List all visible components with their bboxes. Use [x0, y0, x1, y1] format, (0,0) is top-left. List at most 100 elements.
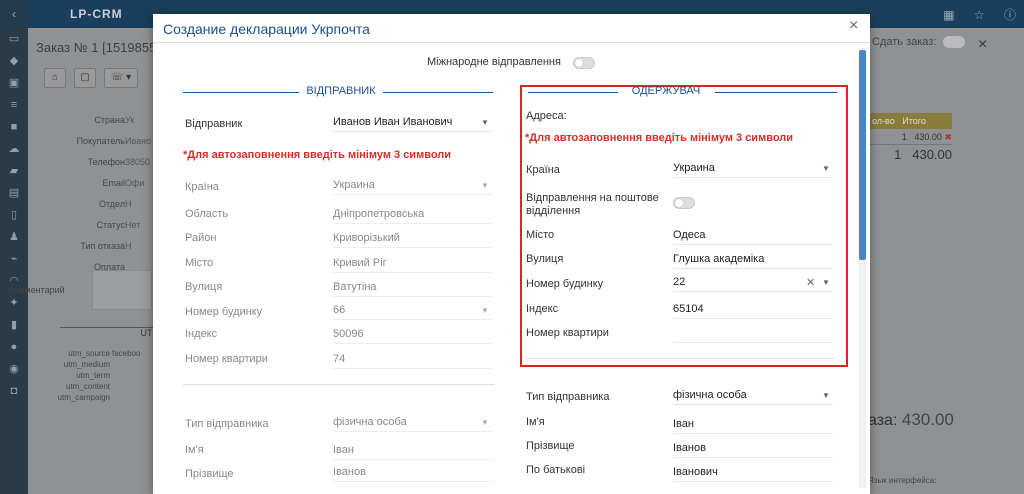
sender-country-select[interactable]: Украина: [333, 179, 493, 195]
brand-logo: LP-CRM: [70, 7, 123, 21]
chevron-down-icon[interactable]: ▼: [481, 118, 489, 127]
sender-field-label: Область: [185, 208, 229, 220]
top-bar-icons: ▦ ☆ ⓘ: [927, 6, 1016, 23]
bg-value[interactable]: Н: [125, 194, 151, 215]
hand-over-label: Сдать заказ:: [872, 36, 937, 48]
grid-icon[interactable]: ▦: [943, 8, 954, 22]
sender-index-field[interactable]: 50096: [333, 328, 493, 344]
recipient-highlight-box: [520, 85, 848, 367]
chevron-down-icon[interactable]: ▼: [481, 418, 489, 427]
recipient-surname-field[interactable]: Іванов: [673, 442, 833, 458]
back-arrow-icon[interactable]: ‹: [0, 0, 28, 28]
chevron-down-icon[interactable]: ▼: [822, 391, 830, 400]
recipient-street-field[interactable]: Глушка академіка: [673, 253, 833, 269]
chevron-down-icon[interactable]: ▼: [822, 278, 830, 287]
menu-icon[interactable]: ≡: [0, 94, 28, 116]
comment-field[interactable]: [92, 270, 152, 310]
sender-field-label: Індекс: [185, 328, 218, 340]
interface-language[interactable]: Язык интерфейса:: [868, 476, 936, 485]
table-header: ол-во Итого: [868, 113, 952, 129]
monitor-icon[interactable]: ▭: [0, 28, 28, 50]
sender-apartment-field[interactable]: 74: [333, 353, 493, 369]
bg-label: Email: [102, 178, 125, 188]
bg-value[interactable]: Офи: [125, 173, 151, 194]
recipient-patronymic-field[interactable]: Іванович: [673, 466, 833, 482]
chevron-down-icon[interactable]: ▼: [481, 306, 489, 315]
ukrposhta-declaration-modal: Создание декларации Укрпочта × Міжнародн…: [153, 14, 870, 494]
sender-label: Відправник: [185, 118, 243, 130]
recipient-apartment-field[interactable]: [673, 327, 833, 343]
sender-field-label: Район: [185, 232, 217, 244]
sender-street-field[interactable]: Ватутіна: [333, 281, 493, 297]
file-icon[interactable]: ▮: [0, 314, 28, 336]
recipient-index-field[interactable]: 65104: [673, 303, 833, 319]
recipient-address-label: Адреса:: [526, 110, 567, 122]
utm-title: UTM: [60, 327, 160, 338]
recipient-country-select[interactable]: Украина: [673, 162, 833, 178]
list-icon[interactable]: ▤: [0, 182, 28, 204]
sender-surname-field[interactable]: Іванов: [333, 466, 493, 482]
modal-divider: [153, 42, 870, 43]
users-icon[interactable]: ♟: [0, 226, 28, 248]
order-items-table: ол-во Итого 1 430.00 ✖ 1 430.00: [868, 113, 952, 165]
scrollbar-thumb[interactable]: [859, 50, 866, 260]
bg-value[interactable]: Нет: [125, 215, 151, 236]
recipient-street-label: Вулиця: [526, 253, 564, 265]
sender-city-field[interactable]: Кривий Ріг: [333, 257, 493, 273]
sender-field-label: Країна: [185, 181, 219, 193]
truck-icon[interactable]: ▰: [0, 160, 28, 182]
chevron-down-icon[interactable]: ▼: [822, 164, 830, 173]
recipient-house-label: Номер будинку: [526, 278, 604, 290]
recipient-section-title: ОДЕРЖУВАЧ: [631, 85, 701, 97]
order-sum-label: аза:: [868, 412, 898, 429]
clear-icon[interactable]: ✕: [806, 276, 815, 289]
order-close-icon[interactable]: ×: [978, 36, 987, 54]
remove-icon[interactable]: ✖: [944, 132, 952, 142]
order-sum-value: 430.00: [901, 410, 954, 429]
info-icon[interactable]: ⓘ: [1004, 8, 1016, 22]
utm-label: utm_medium: [63, 360, 110, 369]
chart-icon[interactable]: ⌁: [0, 248, 28, 270]
bg-value[interactable]: Н: [125, 236, 151, 257]
phone-dropdown-icon[interactable]: ☏ ▾: [104, 68, 138, 88]
sender-field-label: Місто: [185, 257, 214, 269]
utm-label: utm_term: [76, 371, 110, 380]
bg-value[interactable]: 38050: [125, 152, 151, 173]
shield-icon[interactable]: ◆: [0, 50, 28, 72]
bg-left-labels: Страна Покупатель Телефон Email Отдел Ст…: [30, 110, 125, 278]
sender-select[interactable]: Иванов Иван Иванович: [333, 116, 493, 132]
cash-icon[interactable]: ▣: [0, 72, 28, 94]
recipient-name-field[interactable]: Іван: [673, 418, 833, 434]
bg-value[interactable]: Ивано: [125, 131, 151, 152]
chevron-down-icon[interactable]: ▼: [481, 181, 489, 190]
sender-district-field[interactable]: Криворізький: [333, 232, 493, 248]
recipient-type-label: Тип відправника: [526, 391, 610, 403]
international-toggle[interactable]: [573, 57, 595, 69]
sender-type-select[interactable]: фізична особа: [333, 416, 493, 432]
recipient-type-select[interactable]: фізична особа: [673, 389, 833, 405]
bell-icon[interactable]: ⌂: [44, 68, 66, 88]
utm-label: utm_campaign: [57, 393, 110, 402]
cloud-icon[interactable]: ☁: [0, 138, 28, 160]
recipient-apartment-label: Номер квартири: [526, 327, 609, 339]
doc-icon[interactable]: ▯: [0, 204, 28, 226]
star-icon[interactable]: ☆: [974, 8, 985, 22]
sender-region-field[interactable]: Дніпропетровська: [333, 208, 493, 224]
recipient-post-office-toggle[interactable]: [673, 197, 695, 209]
print-icon[interactable]: ▢: [74, 68, 96, 88]
table-row: 1 430.00 ✖: [868, 129, 952, 145]
bg-value[interactable]: Ук: [125, 110, 151, 131]
table-total-sum: 430.00: [912, 147, 952, 162]
recipient-post-office-label: Відправлення на поштове відділення: [526, 192, 659, 217]
hand-over-toggle[interactable]: [943, 36, 966, 49]
sender-name-field[interactable]: Іван: [333, 444, 493, 460]
order-sum: аза: 430.00: [868, 410, 954, 430]
left-sidebar: ▭ ◆ ▣ ≡ ■ ☁ ▰ ▤ ▯ ♟ ⌁ ◠ ✦ ▮ ● ◉ ◘: [0, 28, 28, 494]
sender-house-select[interactable]: 66: [333, 304, 493, 320]
box-icon[interactable]: ■: [0, 116, 28, 138]
utm-labels: utm_source utm_medium utm_term utm_conte…: [18, 348, 110, 403]
utm-label: utm_source: [68, 349, 110, 358]
gear-icon[interactable]: ✦: [0, 292, 28, 314]
modal-close-icon[interactable]: ×: [849, 17, 858, 35]
recipient-city-field[interactable]: Одеса: [673, 229, 833, 245]
